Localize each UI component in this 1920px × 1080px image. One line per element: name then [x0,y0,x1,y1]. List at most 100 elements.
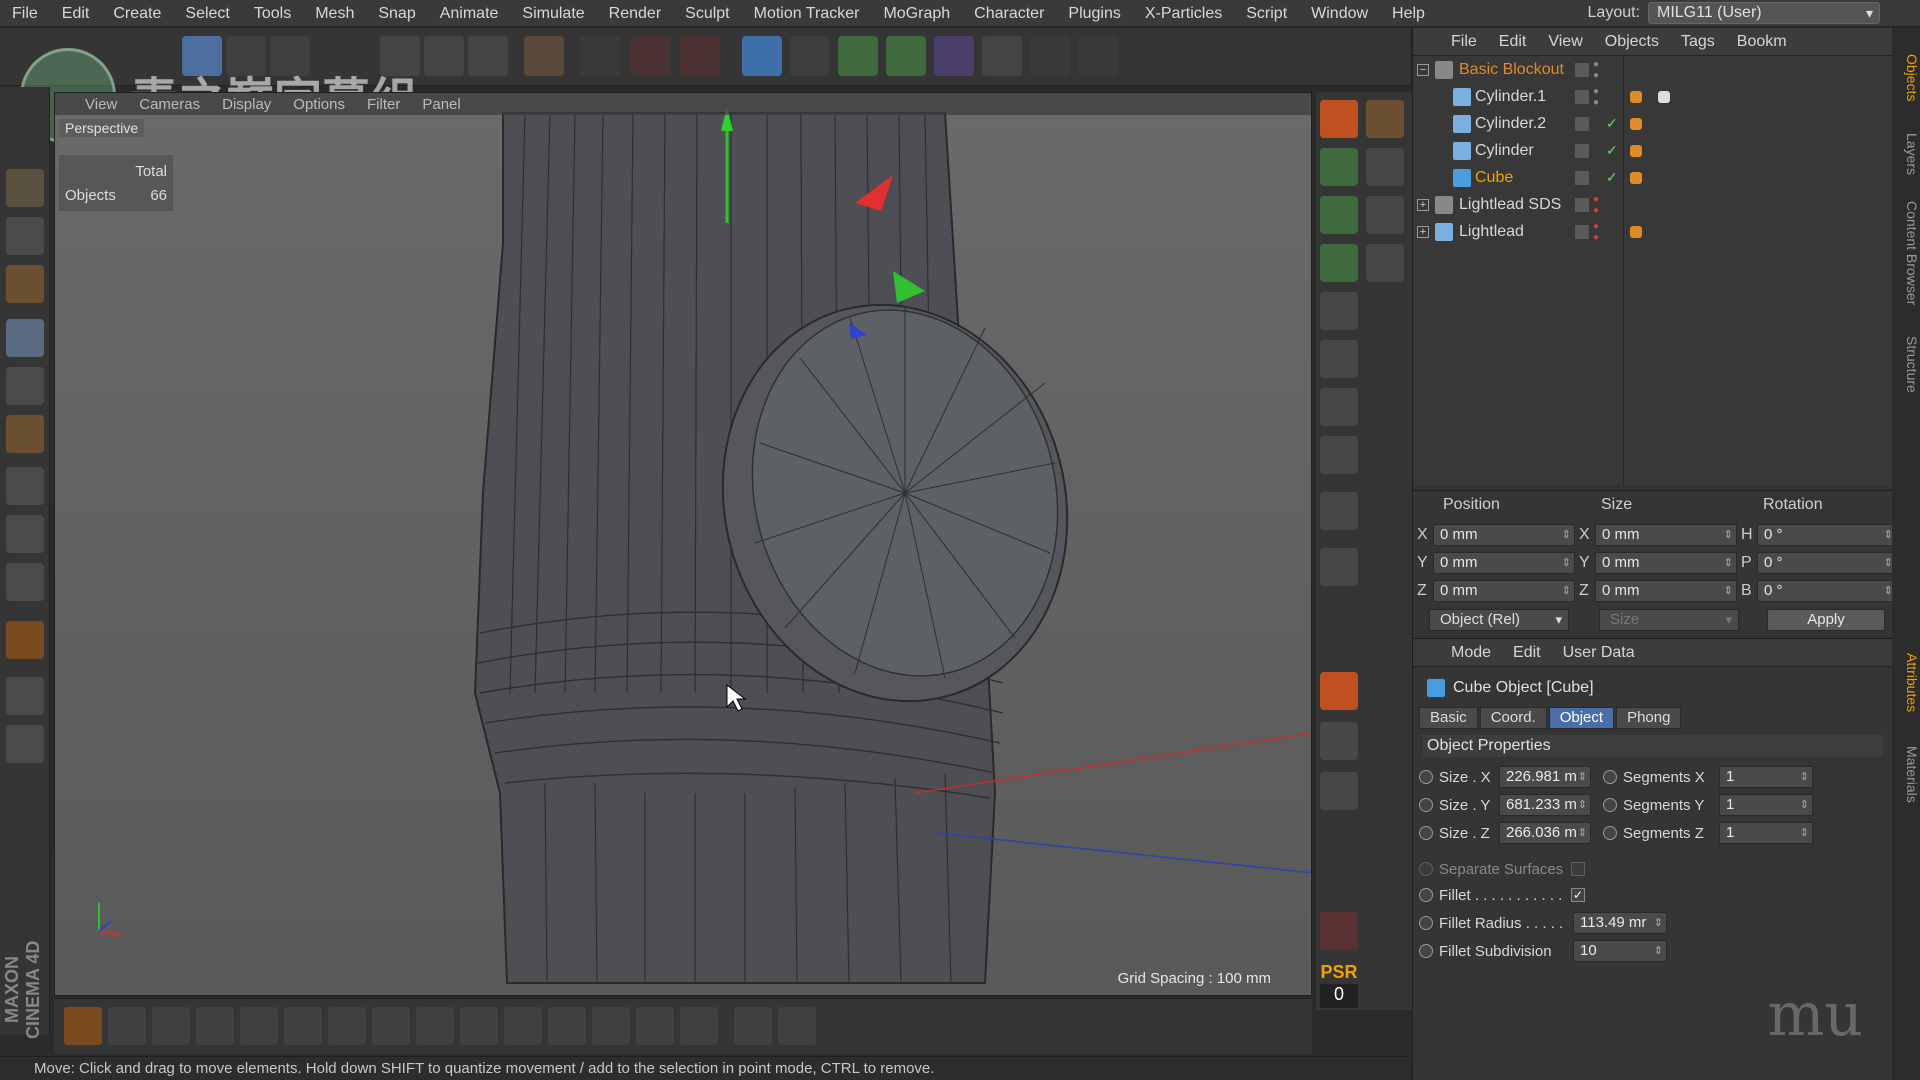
mirror-icon[interactable] [504,1007,542,1045]
smooth-shift-icon[interactable] [416,1007,454,1045]
animate-radio-icon[interactable] [1419,798,1433,812]
size-x-field[interactable]: 0 mm [1595,524,1737,546]
menu-render[interactable]: Render [597,0,673,27]
render-dots-icon[interactable]: ● ● [1593,59,1599,81]
workplane-lock-icon[interactable] [6,677,44,715]
menu-plugins[interactable]: Plugins [1056,0,1132,27]
size-x-field[interactable]: 226.981 m [1499,766,1591,788]
visibility-icon[interactable] [1575,170,1589,185]
subdivision-surface-icon[interactable] [838,36,878,76]
size-y-field[interactable]: 0 mm [1595,552,1737,574]
fracture-icon[interactable] [1320,244,1358,282]
menu-snap[interactable]: Snap [366,0,427,27]
viewport-menu-filter[interactable]: Filter [367,96,400,113]
segments-y-field[interactable]: 1 [1719,794,1813,816]
render-dots-icon[interactable]: ● ● [1593,194,1599,216]
object-row[interactable]: + Lightlead SDS ● ● [1413,191,1893,218]
snap-settings-icon[interactable] [1366,100,1404,138]
object-row[interactable]: − Basic Blockout ● ● [1413,56,1893,83]
size-z-field[interactable]: 0 mm [1595,580,1737,602]
attributes-menu-mode[interactable]: Mode [1451,644,1491,662]
mograph-icon[interactable] [1320,148,1358,186]
side-tab-materials[interactable]: Materials [1892,734,1920,814]
rotation-p-field[interactable]: 0 ° [1757,552,1897,574]
side-tab-layers[interactable]: Layers [1892,124,1920,184]
side-tab-content-browser[interactable]: Content Browser [1892,188,1920,318]
visibility-icon[interactable] [1575,197,1589,212]
viewport-menu-view[interactable]: View [85,96,117,113]
animate-radio-icon[interactable] [1419,916,1433,930]
tab-basic[interactable]: Basic [1419,707,1478,729]
dissolve-icon[interactable] [636,1007,674,1045]
menu-help[interactable]: Help [1380,0,1437,27]
tab-coord[interactable]: Coord. [1479,707,1547,729]
visibility-icon[interactable] [1575,116,1589,131]
render-settings-icon[interactable] [680,36,720,76]
side-tab-attributes[interactable]: Attributes [1892,638,1920,728]
bevel-icon[interactable] [196,1007,234,1045]
expand-toggle[interactable]: + [1417,198,1429,211]
scale-tool-icon[interactable] [226,36,266,76]
matrix-extrude-icon[interactable] [372,1007,410,1045]
animate-radio-icon[interactable] [1419,944,1433,958]
render-picture-viewer-icon[interactable] [630,36,670,76]
apply-button[interactable]: Apply [1767,609,1885,631]
array-icon[interactable] [1320,388,1358,426]
object-row[interactable]: Cylinder.1 ● ● [1413,83,1893,110]
objects-menu-objects[interactable]: Objects [1605,33,1659,51]
visibility-icon[interactable] [1575,62,1589,77]
light-icon[interactable] [1078,36,1118,76]
tweak-mode-icon[interactable] [6,515,44,553]
weld-icon[interactable] [460,1007,498,1045]
fillet-checkbox[interactable]: ✓ [1571,888,1585,902]
symmetry-icon[interactable] [1320,340,1358,378]
material-tag-icon[interactable] [1658,90,1670,103]
fillet-radius-field[interactable]: 113.49 mr [1573,912,1667,934]
connect-icon[interactable] [1320,292,1358,330]
side-tab-structure[interactable]: Structure [1892,324,1920,404]
deformer-icon[interactable] [934,36,974,76]
expand-toggle[interactable]: + [1417,225,1429,238]
phong-tag-icon[interactable] [1630,144,1642,157]
model-mode-icon[interactable] [6,169,44,207]
menu-edit[interactable]: Edit [50,0,102,27]
bridge-icon[interactable] [240,1007,278,1045]
layout-select[interactable]: MILG11 (User) [1648,2,1880,24]
side-tab-objects[interactable]: Objects [1892,38,1920,118]
coordinate-system-icon[interactable] [524,36,564,76]
optimize-icon[interactable] [680,1007,718,1045]
menu-x-particles[interactable]: X-Particles [1133,0,1234,27]
menu-tools[interactable]: Tools [242,0,303,27]
fillet-subdivision-field[interactable]: 10 [1573,940,1667,962]
3d-snap-icon[interactable] [1366,148,1404,186]
phong-tag-icon[interactable] [1630,90,1642,103]
size-z-field[interactable]: 266.036 m [1499,822,1591,844]
animate-radio-icon[interactable] [1419,888,1433,902]
deform-mode-icon[interactable] [1320,772,1358,810]
position-y-field[interactable]: 0 mm [1433,552,1575,574]
object-row[interactable]: Cylinder ✓ [1413,137,1893,164]
boole-icon[interactable] [1320,436,1358,474]
menu-script[interactable]: Script [1234,0,1299,27]
spline-pen-icon[interactable] [790,36,830,76]
rotate-tool-icon[interactable] [270,36,310,76]
extrude-icon[interactable] [152,1007,190,1045]
phong-tag-icon[interactable] [1630,171,1642,184]
enabled-check-icon[interactable]: ✓ [1606,115,1618,132]
polygons-mode-icon[interactable] [6,415,44,453]
viewport-menu-cameras[interactable]: Cameras [139,96,200,113]
position-x-field[interactable]: 0 mm [1433,524,1575,546]
grid-snap-icon[interactable] [6,725,44,763]
menu-sculpt[interactable]: Sculpt [673,0,741,27]
effector-icon[interactable] [1320,196,1358,234]
points-mode-icon[interactable] [6,319,44,357]
viewport[interactable]: View Cameras Display Options Filter Pane… [54,92,1312,996]
animate-radio-icon[interactable] [1603,798,1617,812]
extrude-inner-icon[interactable] [328,1007,366,1045]
phong-tag-icon[interactable] [1630,225,1642,238]
objects-menu-view[interactable]: View [1548,33,1582,51]
menu-file[interactable]: File [0,0,50,27]
cloner-icon[interactable] [886,36,926,76]
split-icon[interactable] [592,1007,630,1045]
visibility-icon[interactable] [1575,89,1589,104]
